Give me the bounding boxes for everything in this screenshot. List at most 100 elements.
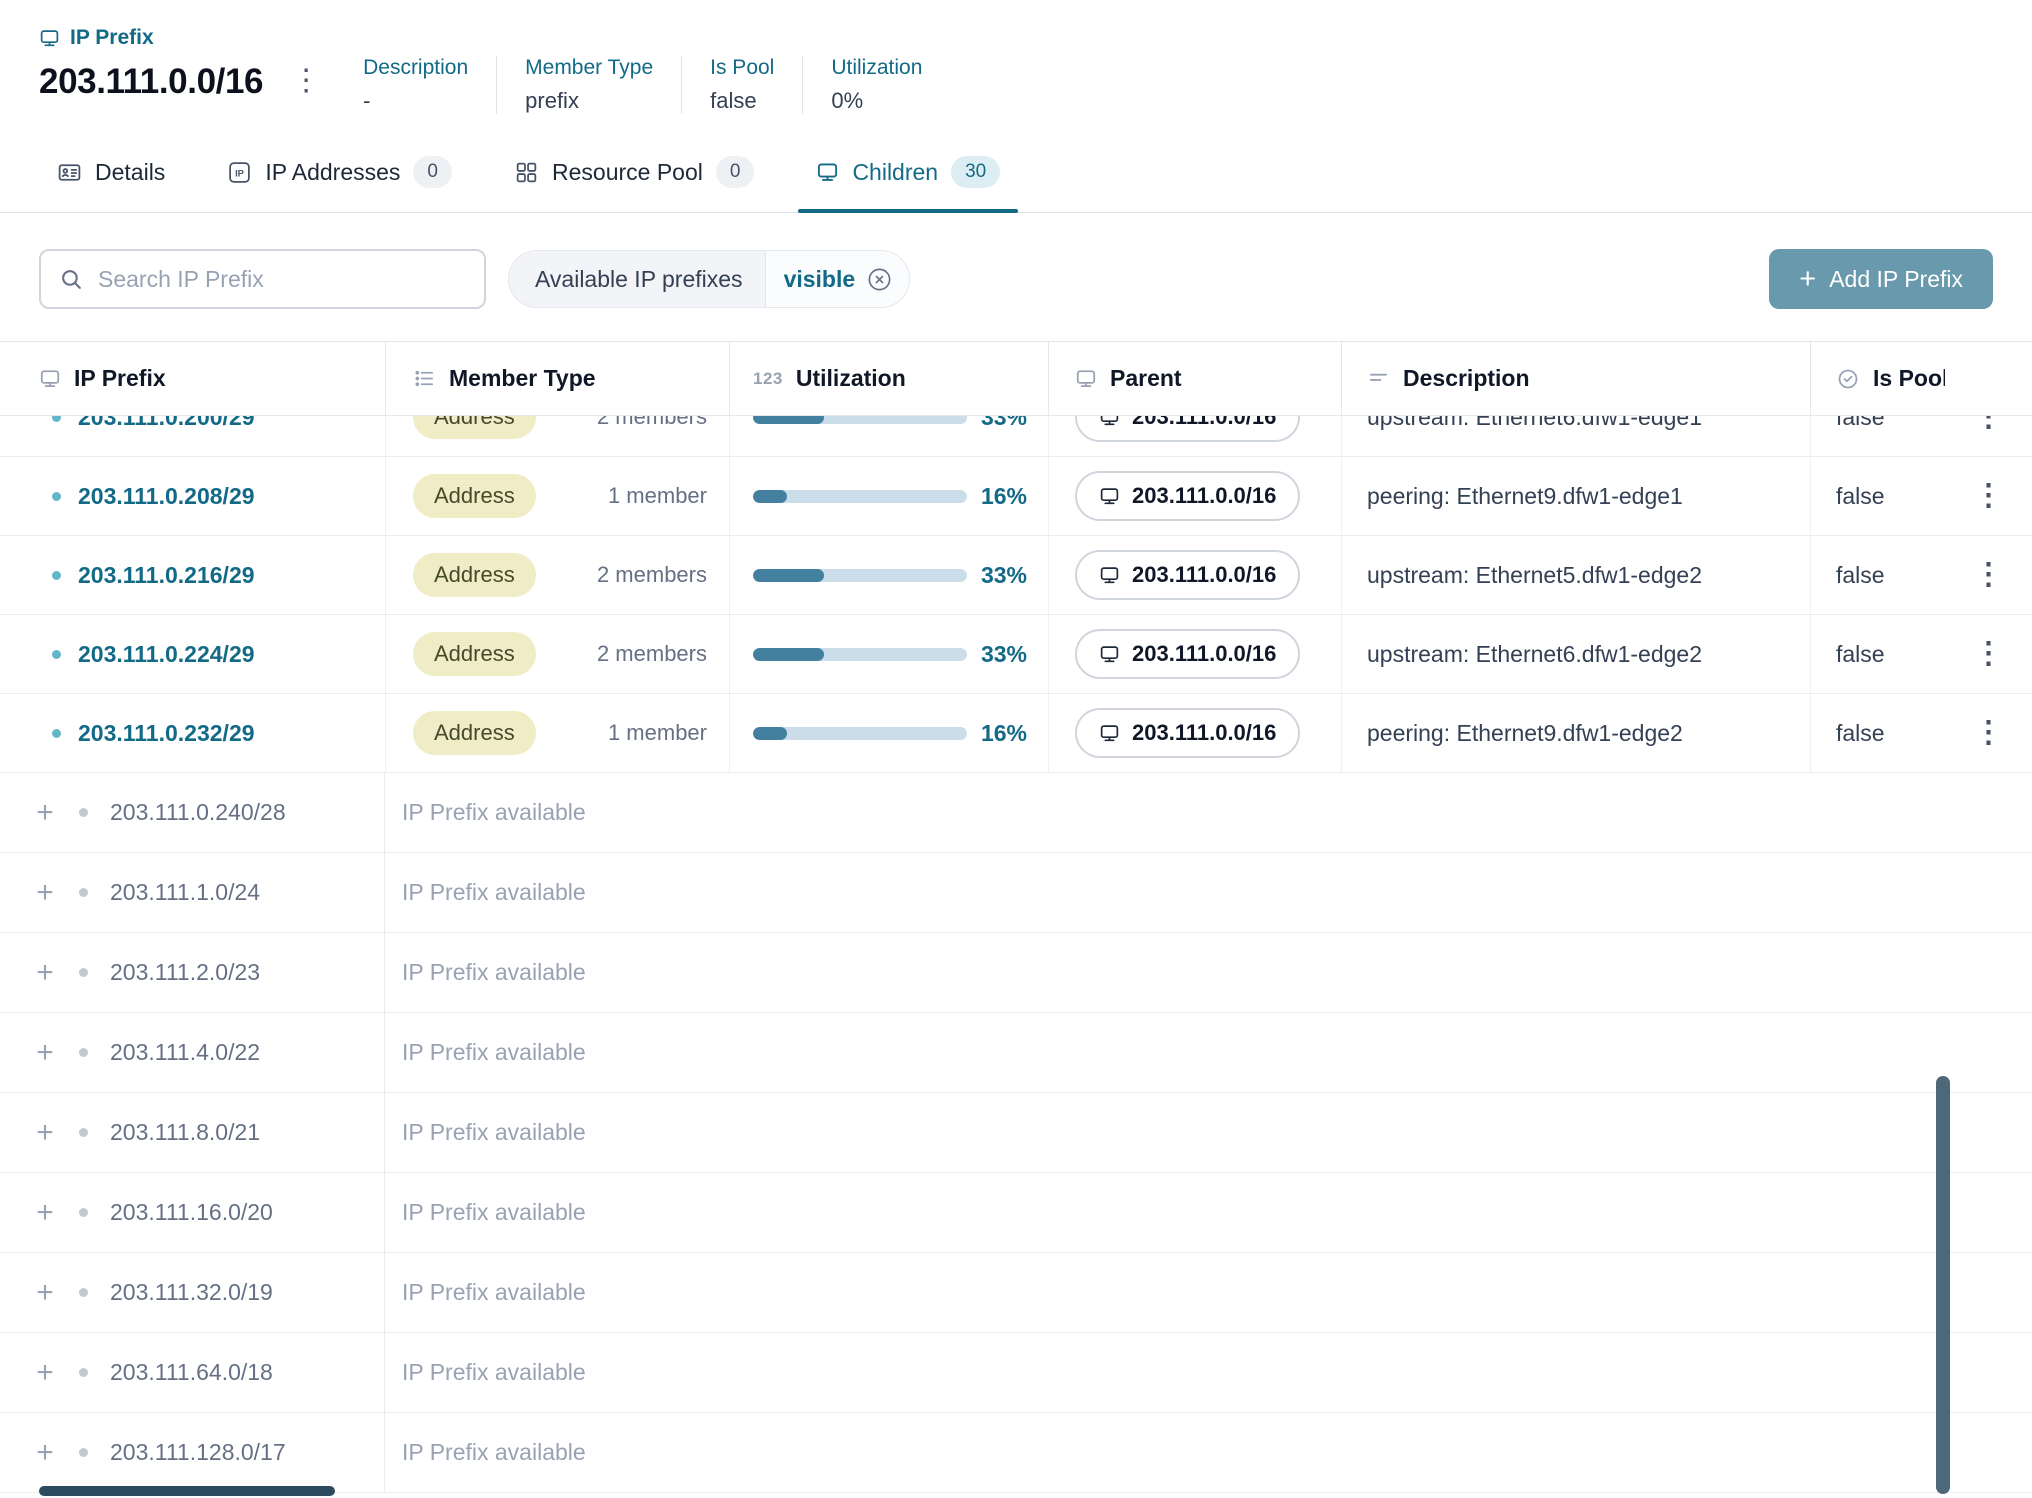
row-menu-button[interactable]: ⋮ [1974, 481, 2004, 511]
plus-icon: + [1799, 265, 1816, 294]
add-ip-prefix-button[interactable]: + Add IP Prefix [1769, 249, 1993, 309]
close-circle-icon[interactable] [866, 266, 893, 293]
check-circle-icon [1836, 367, 1860, 391]
page-title: 203.111.0.0/16 [39, 60, 263, 104]
column-header-description[interactable]: Description [1341, 342, 1810, 415]
table-row: 203.111.0.232/29 Address 1 member 16% 20… [0, 694, 2032, 773]
column-header-ip-prefix[interactable]: IP Prefix [0, 342, 385, 415]
available-label: IP Prefix available [402, 1199, 586, 1226]
available-label: IP Prefix available [402, 1119, 586, 1146]
meta-label: Member Type [525, 56, 653, 80]
parent-label: 203.111.0.0/16 [1132, 641, 1276, 667]
svg-text:IP: IP [235, 168, 244, 178]
expand-icon[interactable]: + [33, 878, 57, 908]
tab-details[interactable]: Details [39, 156, 183, 212]
expand-icon[interactable]: + [33, 1358, 57, 1388]
parent-chip[interactable]: 203.111.0.0/16 [1075, 471, 1300, 521]
object-type-row: IP Prefix [39, 26, 1993, 50]
expand-icon[interactable]: + [33, 1038, 57, 1068]
column-header-parent[interactable]: Parent [1048, 342, 1341, 415]
tab-children[interactable]: Children 30 [798, 156, 1018, 212]
utilization-bar [753, 490, 967, 503]
filter-chip[interactable]: Available IP prefixes visible [508, 250, 910, 308]
expand-icon[interactable]: + [33, 1438, 57, 1468]
toolbar: Available IP prefixes visible + Add IP P… [39, 249, 1993, 309]
prefix-link[interactable]: 203.111.0.216/29 [78, 562, 255, 589]
column-label: Member Type [449, 365, 596, 392]
vertical-scrollbar[interactable] [1936, 1076, 1950, 1494]
utilization-bar [753, 648, 967, 661]
available-label: IP Prefix available [402, 799, 586, 826]
available-prefix: 203.111.0.240/28 [110, 799, 286, 826]
grid-icon [514, 160, 539, 185]
expand-icon[interactable]: + [33, 958, 57, 988]
filter-chip-label: Available IP prefixes [509, 266, 765, 293]
column-label: IP Prefix [74, 365, 166, 392]
utilization-bar [753, 727, 967, 740]
table-header: IP Prefix Member Type 123 Utilization Pa… [0, 342, 2032, 416]
tab-ip-addresses[interactable]: IP IP Addresses 0 [209, 156, 470, 212]
prefix-link[interactable]: 203.111.0.208/29 [78, 483, 255, 510]
parent-chip[interactable]: 203.111.0.0/16 [1075, 708, 1300, 758]
prefix-icon [39, 28, 60, 49]
tab-count-badge: 0 [716, 156, 755, 188]
utilization-value: 33% [981, 562, 1027, 589]
prefix-link[interactable]: 203.111.0.232/29 [78, 720, 255, 747]
id-card-icon [57, 160, 82, 185]
meta-bar: Description - Member Type prefix Is Pool… [363, 56, 950, 114]
column-header-utilization[interactable]: 123 Utilization [729, 342, 1048, 415]
expand-icon[interactable]: + [33, 1278, 57, 1308]
row-menu-button[interactable]: ⋮ [1974, 639, 2004, 669]
prefix-bullet-icon [79, 1048, 88, 1057]
meta-utilization: Utilization 0% [802, 56, 950, 114]
tab-count-badge: 30 [951, 156, 1000, 188]
ip-icon: IP [227, 160, 252, 185]
row-menu-button[interactable]: ⋮ [1974, 718, 2004, 748]
column-header-member-type[interactable]: Member Type [385, 342, 729, 415]
prefix-bullet-icon [79, 1368, 88, 1377]
available-row: + 203.111.1.0/24 IP Prefix available [0, 853, 2032, 933]
column-label: Is Pool [1873, 365, 1945, 392]
horizontal-scrollbar[interactable] [39, 1486, 335, 1496]
filter-value-text: visible [784, 266, 856, 293]
utilization-bar [753, 569, 967, 582]
table-row: 203.111.0.224/29 Address 2 members 33% 2… [0, 615, 2032, 694]
list-icon [413, 367, 436, 390]
parent-chip[interactable]: 203.111.0.0/16 [1075, 629, 1300, 679]
column-header-is-pool[interactable]: Is Pool [1810, 342, 1945, 415]
parent-chip[interactable]: 203.111.0.0/16 [1075, 550, 1300, 600]
available-row: + 203.111.0.240/28 IP Prefix available [0, 773, 2032, 853]
available-label: IP Prefix available [402, 1039, 586, 1066]
prefix-bullet-icon [79, 888, 88, 897]
available-prefix: 203.111.2.0/23 [110, 959, 260, 986]
member-count: 1 member [608, 483, 707, 509]
prefix-bullet-icon [79, 1128, 88, 1137]
available-prefix: 203.111.1.0/24 [110, 879, 260, 906]
available-label: IP Prefix available [402, 1439, 586, 1466]
is-pool-value: false [1836, 720, 1885, 747]
row-menu-button[interactable]: ⋮ [1974, 560, 2004, 590]
add-button-label: Add IP Prefix [1829, 266, 1963, 293]
tab-resource-pool[interactable]: Resource Pool 0 [496, 156, 772, 212]
member-count: 2 members [597, 641, 707, 667]
member-type-badge: Address [413, 553, 536, 597]
available-prefix: 203.111.64.0/18 [110, 1359, 273, 1386]
is-pool-value: false [1836, 483, 1885, 510]
expand-icon[interactable]: + [33, 1118, 57, 1148]
title-menu-button[interactable]: ⋮ [291, 66, 321, 96]
parent-label: 203.111.0.0/16 [1132, 720, 1276, 746]
utilization-value: 33% [981, 641, 1027, 668]
expand-icon[interactable]: + [33, 1198, 57, 1228]
utilization-value: 16% [981, 483, 1027, 510]
parent-label: 203.111.0.0/16 [1132, 562, 1276, 588]
tab-bar: Details IP IP Addresses 0 Resource Pool … [0, 156, 2032, 213]
tab-label: Resource Pool [552, 159, 703, 186]
prefix-bullet-icon [79, 1208, 88, 1217]
align-left-icon [1367, 367, 1390, 390]
search-input[interactable] [98, 266, 466, 293]
expand-icon[interactable]: + [33, 798, 57, 828]
available-label: IP Prefix available [402, 959, 586, 986]
prefix-link[interactable]: 203.111.0.224/29 [78, 641, 255, 668]
utilization-value: 16% [981, 720, 1027, 747]
filter-chip-value: visible [765, 251, 910, 307]
